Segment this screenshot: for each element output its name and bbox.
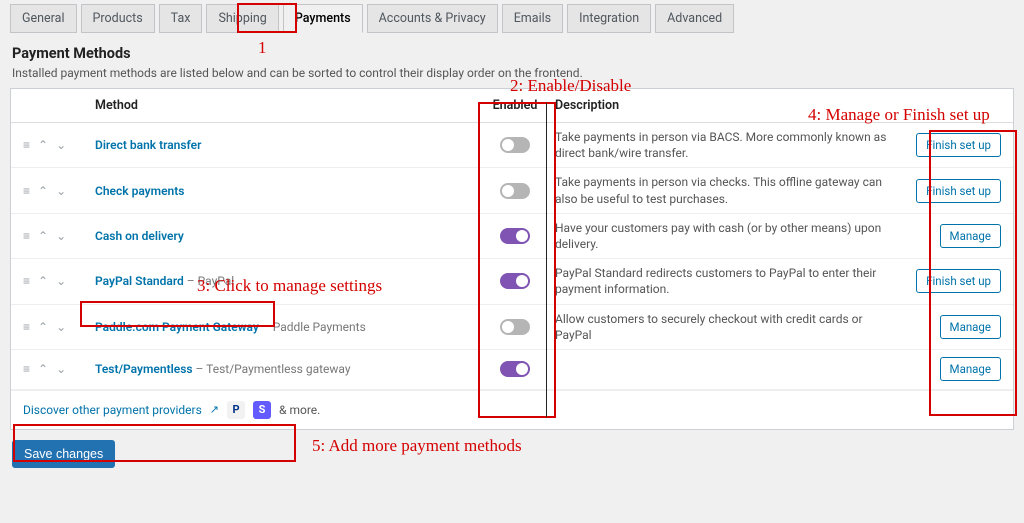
row-action-button[interactable]: Manage [940, 315, 1001, 339]
tab-emails[interactable]: Emails [502, 4, 563, 33]
drag-handle-icon[interactable]: ≡ [23, 229, 30, 243]
move-down-icon[interactable]: ⌄ [56, 138, 66, 152]
table-row: ≡ ⌃ ⌄ Direct bank transfer Take payments in … [11, 123, 1013, 168]
method-subtext: – PayPal [184, 274, 234, 288]
row-action-button[interactable]: Finish set up [916, 133, 1001, 157]
method-link[interactable]: PayPal Standard [95, 274, 184, 288]
discover-link[interactable]: Discover other payment providers [23, 403, 202, 417]
method-link[interactable]: Check payments [95, 184, 184, 198]
move-down-icon[interactable]: ⌄ [56, 229, 66, 243]
move-up-icon[interactable]: ⌃ [38, 362, 48, 376]
drag-handle-icon[interactable]: ≡ [23, 320, 30, 334]
tab-integration[interactable]: Integration [567, 4, 651, 33]
external-link-icon: ↗ [210, 403, 219, 416]
move-up-icon[interactable]: ⌃ [38, 138, 48, 152]
stripe-brand-icon: S [253, 401, 271, 419]
annotation-5: 5: Add more payment methods [312, 436, 522, 456]
table-row: ≡ ⌃ ⌄ Cash on delivery Have your customers p… [11, 214, 1013, 259]
method-link[interactable]: Direct bank transfer [95, 138, 201, 152]
col-method: Method [95, 98, 475, 113]
row-action-button[interactable]: Finish set up [916, 269, 1001, 293]
row-action-button[interactable]: Finish set up [916, 179, 1001, 203]
table-header: Method Enabled Description [11, 89, 1013, 123]
tab-payments[interactable]: Payments [283, 4, 363, 33]
method-description: Take payments in person via BACS. More c… [555, 129, 907, 161]
move-down-icon[interactable]: ⌄ [56, 184, 66, 198]
row-action-button[interactable]: Manage [940, 357, 1001, 381]
row-action-button[interactable]: Manage [940, 224, 1001, 248]
enabled-toggle[interactable] [500, 361, 530, 377]
enabled-toggle[interactable] [500, 137, 530, 153]
enabled-toggle[interactable] [500, 273, 530, 289]
enabled-toggle[interactable] [500, 319, 530, 335]
table-row: ≡ ⌃ ⌄ Paddle.com Payment Gateway – Paddle P… [11, 305, 1013, 350]
move-down-icon[interactable]: ⌄ [56, 274, 66, 288]
page-title: Payment Methods [12, 45, 1024, 62]
col-description: Description [555, 98, 907, 113]
move-up-icon[interactable]: ⌃ [38, 320, 48, 334]
discover-tail: & more. [279, 403, 320, 417]
col-enabled: Enabled [475, 98, 555, 113]
drag-handle-icon[interactable]: ≡ [23, 184, 30, 198]
method-description: Have your customers pay with cash (or by… [555, 220, 907, 252]
move-down-icon[interactable]: ⌄ [56, 362, 66, 376]
payment-methods-table: Method Enabled Description ≡ ⌃ ⌄ Direct ban… [10, 88, 1014, 430]
tab-accounts-privacy[interactable]: Accounts & Privacy [367, 4, 498, 33]
table-row: ≡ ⌃ ⌄ Test/Paymentless – Test/Paymentless g… [11, 350, 1013, 390]
method-description: PayPal Standard redirects customers to P… [555, 265, 907, 297]
method-link[interactable]: Cash on delivery [95, 229, 184, 243]
tab-advanced[interactable]: Advanced [655, 4, 734, 33]
enabled-toggle[interactable] [500, 228, 530, 244]
settings-tab-bar: GeneralProductsTaxShippingPaymentsAccoun… [0, 0, 1024, 33]
save-button[interactable]: Save changes [12, 440, 115, 468]
discover-row: Discover other payment providers ↗ P S &… [11, 390, 1013, 429]
tab-products[interactable]: Products [81, 4, 155, 33]
move-up-icon[interactable]: ⌃ [38, 274, 48, 288]
method-description: Take payments in person via checks. This… [555, 174, 907, 206]
move-up-icon[interactable]: ⌃ [38, 229, 48, 243]
enabled-toggle[interactable] [500, 183, 530, 199]
move-down-icon[interactable]: ⌄ [56, 320, 66, 334]
method-link[interactable]: Test/Paymentless [95, 362, 193, 376]
table-row: ≡ ⌃ ⌄ PayPal Standard – PayPal PayPal Standa… [11, 259, 1013, 304]
method-subtext: – Paddle Payments [259, 320, 366, 334]
page-subtitle: Installed payment methods are listed bel… [12, 66, 1024, 80]
drag-handle-icon[interactable]: ≡ [23, 274, 30, 288]
tab-shipping[interactable]: Shipping [206, 4, 278, 33]
drag-handle-icon[interactable]: ≡ [23, 362, 30, 376]
drag-handle-icon[interactable]: ≡ [23, 138, 30, 152]
method-subtext: – Test/Paymentless gateway [193, 362, 351, 376]
table-row: ≡ ⌃ ⌄ Check payments Take payments in person… [11, 168, 1013, 213]
method-link[interactable]: Paddle.com Payment Gateway [95, 320, 259, 334]
tab-general[interactable]: General [10, 4, 77, 33]
method-description: Allow customers to securely checkout wit… [555, 311, 907, 343]
move-up-icon[interactable]: ⌃ [38, 184, 48, 198]
tab-tax[interactable]: Tax [159, 4, 203, 33]
paypal-brand-icon: P [227, 401, 245, 419]
